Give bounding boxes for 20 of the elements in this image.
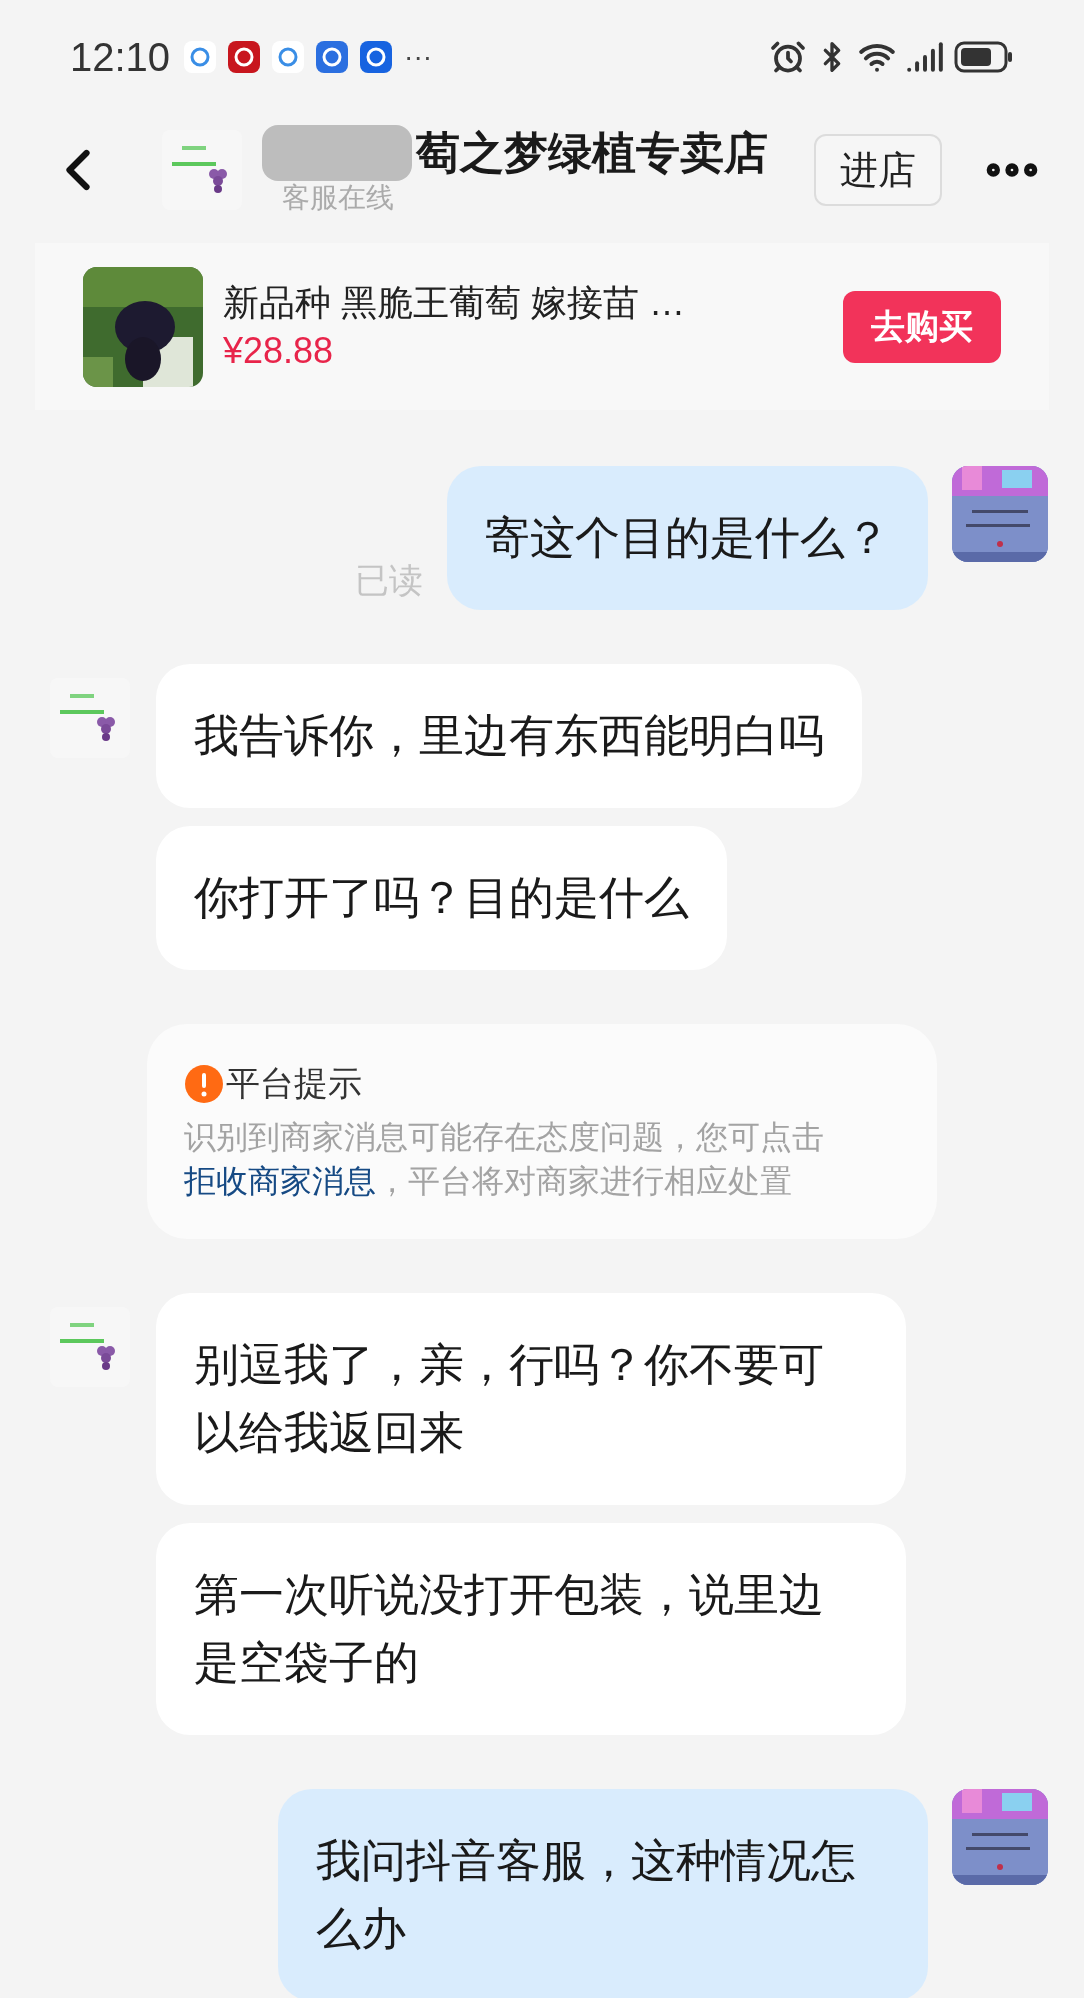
service-status: 客服在线	[281, 181, 395, 215]
message-bubble: 我问抖音客服，这种情况怎么办	[278, 1789, 928, 1998]
message-bubble: 别逗我了，亲，行吗？你不要可以给我返回来	[156, 1293, 906, 1505]
warning-icon	[184, 1063, 224, 1104]
enter-store-button[interactable]: 进店	[814, 134, 942, 206]
alarm-icon	[770, 39, 806, 75]
battery-icon	[954, 41, 1014, 73]
store-name: 萄之梦绿植专卖店	[416, 127, 768, 179]
buy-button[interactable]: 去购买	[843, 290, 1001, 363]
message-bubble: 你打开了吗？目的是什么	[156, 826, 727, 970]
product-title: 新品种 黑脆王葡萄 嫁接苗 …	[223, 280, 685, 325]
product-price: ¥28.88	[223, 328, 335, 373]
status-time: 12:10	[70, 34, 171, 81]
more-notifications: ···	[404, 40, 433, 74]
notice-title: 平台提示	[226, 1063, 362, 1104]
message-bubble: 第一次听说没打开包装，说里边是空袋子的	[156, 1523, 906, 1735]
notice-text: 识别到商家消息可能存在态度问题，您可点击 拒收商家消息，平台将对商家进行相应处置	[184, 1118, 825, 1201]
reject-messages-link[interactable]: 拒收商家消息	[184, 1163, 376, 1199]
message-bubble: 我告诉你，里边有东西能明白吗	[156, 664, 862, 808]
message-bubble: 寄这个目的是什么？	[447, 466, 928, 610]
